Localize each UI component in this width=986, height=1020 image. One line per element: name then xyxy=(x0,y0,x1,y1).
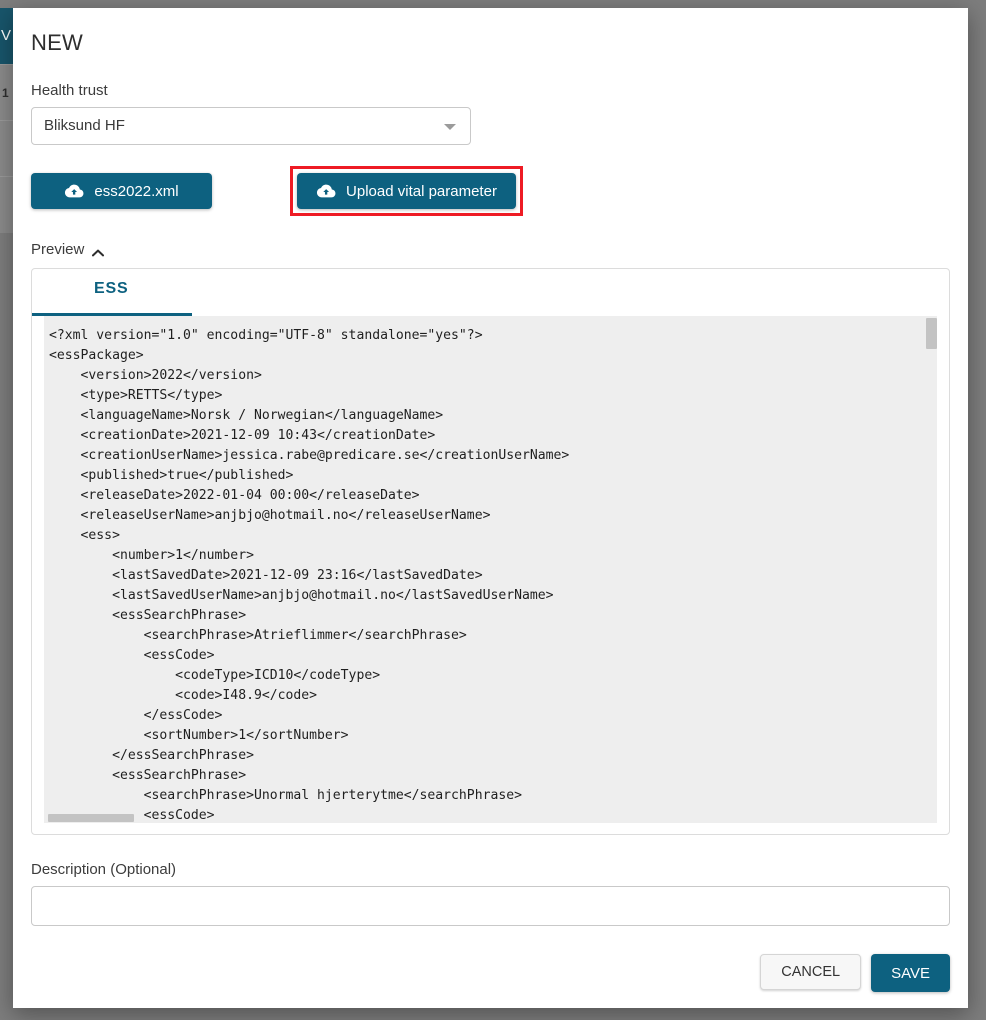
chevron-down-icon xyxy=(444,124,456,130)
dialog-title: NEW xyxy=(31,30,83,55)
save-button[interactable]: SAVE xyxy=(871,954,950,992)
background-nav-glyph: V xyxy=(1,27,12,44)
description-input[interactable] xyxy=(31,886,950,926)
preview-toggle[interactable]: Preview xyxy=(31,241,121,258)
upload-vital-parameter-button[interactable]: Upload vital parameter xyxy=(297,173,516,209)
preview-label: Preview xyxy=(31,241,85,258)
health-trust-label: Health trust xyxy=(31,82,108,99)
chevron-up-icon xyxy=(91,245,105,256)
background-table-row xyxy=(0,176,14,233)
new-ess-dialog: NEW Health trust Bliksund HF ess2022.xml xyxy=(13,8,968,1008)
tab-ess[interactable]: ESS xyxy=(94,280,128,298)
xml-preview-viewport[interactable]: <?xml version="1.0" encoding="UTF-8" sta… xyxy=(44,316,937,823)
upload-buttons-row: ess2022.xml Upload vital parameter xyxy=(31,166,950,219)
uploaded-file-button[interactable]: ess2022.xml xyxy=(31,173,212,209)
preview-horizontal-scrollbar-thumb[interactable] xyxy=(48,814,134,822)
upload-vital-parameter-label: Upload vital parameter xyxy=(346,182,497,200)
cloud-upload-icon xyxy=(64,183,84,199)
preview-tabbar: ESS xyxy=(32,269,949,316)
description-label: Description (Optional) xyxy=(31,861,177,878)
dialog-footer: CANCEL SAVE xyxy=(760,954,950,992)
health-trust-select[interactable]: Bliksund HF xyxy=(31,107,471,145)
cancel-button[interactable]: CANCEL xyxy=(760,954,862,990)
xml-preview-content: <?xml version="1.0" encoding="UTF-8" sta… xyxy=(49,328,570,823)
health-trust-selected-value: Bliksund HF xyxy=(44,117,125,134)
background-table-row xyxy=(0,120,14,177)
preview-vertical-scrollbar-thumb[interactable] xyxy=(926,318,937,349)
background-row-value: 1 xyxy=(2,86,9,100)
preview-vertical-scrollbar-track[interactable] xyxy=(926,316,937,823)
background-table-row: 1 xyxy=(0,64,14,121)
cloud-upload-icon xyxy=(316,183,336,199)
uploaded-file-label: ess2022.xml xyxy=(94,182,179,200)
preview-card: ESS <?xml version="1.0" encoding="UTF-8"… xyxy=(31,268,950,835)
background-nav-bar: V xyxy=(0,8,14,64)
